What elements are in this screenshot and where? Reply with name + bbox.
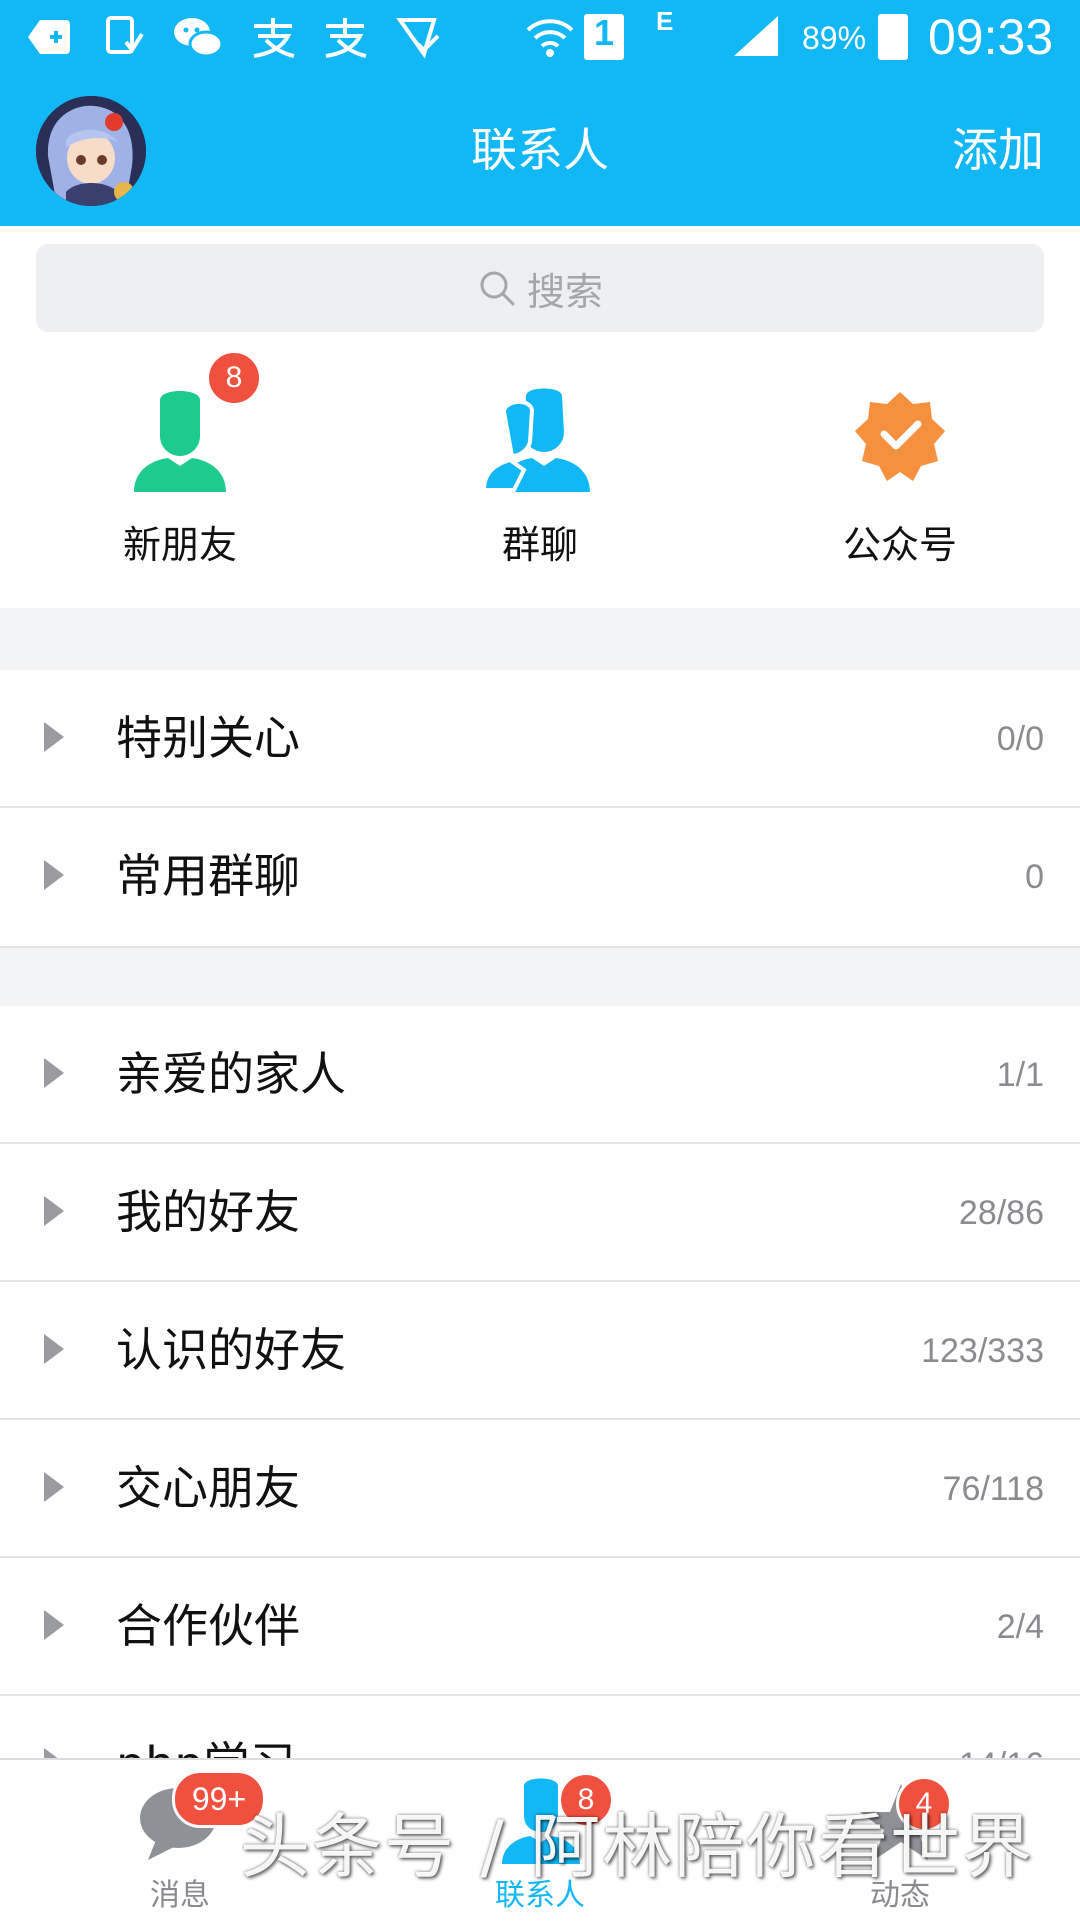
expand-arrow-icon <box>44 1610 64 1640</box>
group-row[interactable]: 亲爱的家人 1/1 <box>0 1006 1080 1144</box>
page-title: 联系人 <box>471 123 609 177</box>
battery-icon <box>878 14 908 60</box>
group-chat-label: 群聊 <box>501 523 578 567</box>
group-row[interactable]: 我的好友 28/86 <box>0 1144 1080 1282</box>
group-count: 0/0 <box>996 720 1044 758</box>
group-row[interactable]: 特别关心 0/0 <box>0 670 1080 808</box>
sim-slot-label: 1 <box>594 12 615 53</box>
new-friend-icon <box>134 391 226 492</box>
official-account-icon <box>855 392 945 481</box>
expand-arrow-icon <box>44 1196 64 1226</box>
expand-arrow-icon <box>44 1334 64 1364</box>
new-friends-entry[interactable]: 8 新朋友 <box>0 350 360 608</box>
alipay-icon <box>253 18 295 58</box>
official-account-label: 公众号 <box>842 523 957 567</box>
wifi-icon <box>526 19 574 57</box>
shield-check-icon <box>396 18 440 59</box>
add-contact-button[interactable]: 添加 <box>952 120 1044 180</box>
alipay-icon <box>325 18 367 58</box>
group-count: 0 <box>1025 858 1044 896</box>
group-row[interactable]: 认识的好友 123/333 <box>0 1282 1080 1420</box>
official-account-entry[interactable]: 公众号 <box>720 356 1080 608</box>
group-row[interactable]: 合作伙伴 2/4 <box>0 1558 1080 1696</box>
group-row[interactable]: 常用群聊 0 <box>0 808 1080 946</box>
search-icon <box>480 271 515 306</box>
expand-arrow-icon <box>44 1058 64 1088</box>
search-section: 搜索 <box>0 226 1080 356</box>
watermark: 头条号 / 阿林陪你看世界 <box>240 1806 1035 1888</box>
group-name: 认识的好友 <box>116 1323 346 1377</box>
search-placeholder: 搜索 <box>526 269 603 314</box>
clipboard-download-icon <box>106 16 144 54</box>
back-plus-icon <box>28 20 70 54</box>
quick-entries: 8 新朋友 群聊 公众号 <box>0 350 1080 608</box>
group-name: 我的好友 <box>116 1185 300 1239</box>
group-count: 28/86 <box>958 1194 1044 1232</box>
expand-arrow-icon <box>44 722 64 752</box>
new-friends-badge: 8 <box>206 350 262 406</box>
group-name: 亲爱的家人 <box>116 1047 346 1101</box>
section-divider <box>0 608 1080 670</box>
group-chat-icon <box>484 388 590 492</box>
group-count: 1/1 <box>996 1056 1044 1094</box>
clock: 09:33 <box>928 9 1054 65</box>
group-name: 常用群聊 <box>116 849 300 903</box>
group-count: 123/333 <box>921 1332 1044 1370</box>
group-name: 特别关心 <box>116 711 300 765</box>
group-count: 2/4 <box>996 1608 1044 1646</box>
expand-arrow-icon <box>44 1472 64 1502</box>
group-name: 合作伙伴 <box>116 1599 300 1653</box>
signal-icon <box>734 16 778 56</box>
wechat-icon <box>174 18 224 58</box>
group-row[interactable]: 交心朋友 76/118 <box>0 1420 1080 1558</box>
group-count: 76/118 <box>942 1470 1044 1508</box>
expand-arrow-icon <box>44 860 64 890</box>
battery-percent: 89% <box>802 20 867 56</box>
title-bar: 联系人 添加 <box>0 74 1080 226</box>
status-bar: 1 E 89% 09:33 <box>0 0 1080 74</box>
new-friends-label: 新朋友 <box>122 523 237 567</box>
section-divider <box>0 946 1080 1006</box>
group-name: 交心朋友 <box>116 1461 300 1515</box>
network-type-label: E <box>656 6 674 36</box>
search-input[interactable]: 搜索 <box>36 244 1044 332</box>
group-chat-entry[interactable]: 群聊 <box>360 356 720 608</box>
